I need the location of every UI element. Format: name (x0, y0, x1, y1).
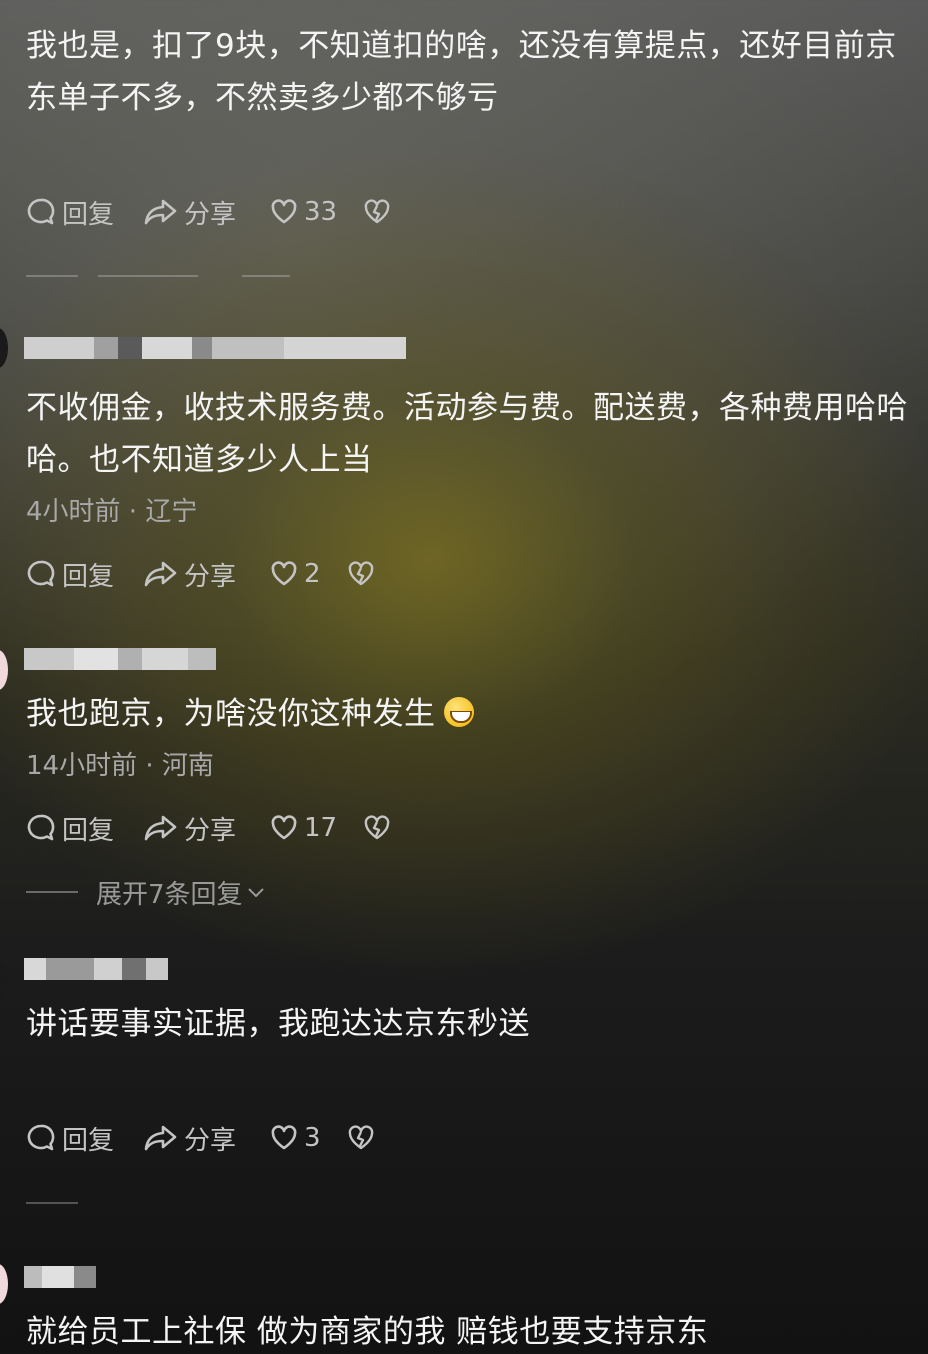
username-blurred[interactable] (24, 958, 168, 980)
reply-divider (98, 275, 198, 277)
like-count: 2 (304, 559, 321, 589)
share-button[interactable]: 分享 (144, 192, 270, 232)
heart-icon (271, 561, 297, 586)
share-button[interactable]: 分享 (144, 1118, 270, 1158)
comment-actions: 回复 分享 17 (26, 808, 391, 848)
username-blurred[interactable] (24, 337, 406, 359)
comment-5: 就给员工上社保 做为商家的我 赔钱也要支持京东 (0, 1250, 928, 1354)
avatar[interactable] (0, 328, 8, 368)
share-label: 分享 (184, 561, 237, 592)
comment-bubble-icon (27, 1124, 55, 1151)
share-label: 分享 (184, 815, 237, 846)
like-count: 3 (304, 1123, 321, 1153)
heart-icon (271, 199, 297, 224)
reply-button[interactable]: 回复 (26, 1118, 144, 1158)
chevron-down-icon (247, 888, 264, 898)
broken-heart-icon (348, 561, 373, 586)
comment-text: 讲话要事实证据，我跑达达京东秒送 (26, 1006, 530, 1042)
comment-meta: 14小时前 · 河南 (26, 751, 214, 781)
broken-heart-icon (348, 1125, 373, 1150)
dislike-button[interactable] (363, 192, 391, 232)
comment-actions: 回复 分享 33 (26, 192, 391, 232)
comment-actions: 回复 分享 2 (26, 554, 375, 594)
dislike-button[interactable] (363, 808, 391, 848)
comment-text: 我也跑京，为啥没你这种发生 (26, 688, 921, 740)
comment-3: 我也跑京，为啥没你这种发生 14小时前 · 河南 回复 分享 17 展开7条回复 (0, 630, 928, 920)
comment-bubble-icon (27, 198, 55, 225)
expand-divider (26, 891, 78, 893)
like-button[interactable]: 2 (270, 554, 321, 594)
reply-button[interactable]: 回复 (26, 554, 144, 594)
share-button[interactable]: 分享 (144, 554, 270, 594)
reply-label: 回复 (62, 815, 115, 846)
reply-label: 回复 (62, 199, 115, 230)
comment-meta: 4小时前 · 辽宁 (26, 497, 198, 527)
reply-button[interactable]: 回复 (26, 808, 144, 848)
share-label: 分享 (184, 199, 237, 230)
broken-heart-icon (364, 199, 390, 224)
heart-icon (271, 815, 297, 840)
heart-icon (271, 1125, 297, 1150)
share-arrow-icon (144, 561, 177, 587)
reply-label: 回复 (62, 561, 115, 592)
like-count: 17 (304, 813, 338, 843)
reply-button[interactable]: 回复 (26, 192, 144, 232)
avatar[interactable] (0, 650, 8, 690)
comment-4: 讲话要事实证据，我跑达达京东秒送 回复 分享 3 (0, 940, 928, 1230)
reply-label: 回复 (62, 1125, 115, 1156)
reply-divider (242, 275, 290, 277)
share-arrow-icon (144, 815, 177, 841)
dislike-button[interactable] (347, 1118, 375, 1158)
like-button[interactable]: 3 (270, 1118, 321, 1158)
share-button[interactable]: 分享 (144, 808, 270, 848)
reply-divider (26, 1202, 78, 1204)
comment-1: 我也是，扣了9块，不知道扣的啥，还没有算提点，还好目前京东单子不多，不然卖多少都… (0, 0, 928, 300)
reply-divider (26, 275, 78, 277)
username-blurred[interactable] (24, 1266, 96, 1288)
like-count: 33 (304, 197, 338, 227)
avatar[interactable] (0, 960, 8, 1000)
share-label: 分享 (184, 1125, 237, 1156)
comment-actions: 回复 分享 3 (26, 1118, 375, 1158)
avatar[interactable] (0, 1264, 8, 1304)
expand-replies-button[interactable]: 展开7条回复 (26, 872, 267, 912)
like-button[interactable]: 17 (270, 808, 337, 848)
share-arrow-icon (144, 199, 177, 225)
like-button[interactable]: 33 (270, 192, 337, 232)
comment-text: 我也是，扣了9块，不知道扣的啥，还没有算提点，还好目前京东单子不多，不然卖多少都… (26, 28, 897, 116)
comment-2: 不收佣金，收技术服务费。活动参与费。配送费，各种费用哈哈哈。也不知道多少人上当 … (0, 320, 928, 610)
broken-heart-icon (364, 815, 390, 840)
comment-bubble-icon (27, 814, 55, 841)
comment-text: 不收佣金，收技术服务费。活动参与费。配送费，各种费用哈哈哈。也不知道多少人上当 (26, 390, 908, 478)
comment-text: 就给员工上社保 做为商家的我 赔钱也要支持京东 (26, 1314, 709, 1350)
comment-text-content: 我也跑京，为啥没你这种发生 (26, 696, 436, 732)
comment-bubble-icon (27, 560, 55, 587)
username-blurred[interactable] (24, 648, 216, 670)
share-arrow-icon (144, 1125, 177, 1151)
dislike-button[interactable] (347, 554, 375, 594)
grinning-face-emoji (443, 697, 474, 727)
expand-replies-label: 展开7条回复 (96, 879, 243, 910)
